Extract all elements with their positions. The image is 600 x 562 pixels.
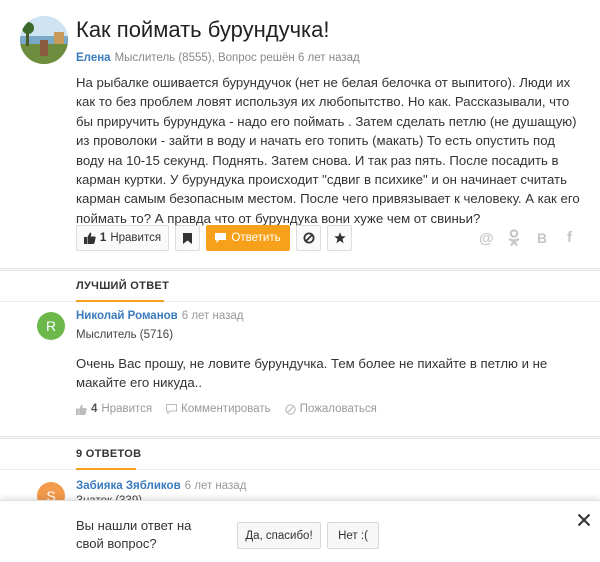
like-label: Нравится (110, 232, 162, 244)
best-answer-header: ЛУЧШИЙ ОТВЕТ (0, 270, 600, 302)
answer-text: Очень Вас прошу, не ловите бурундучка. Т… (76, 356, 548, 391)
report-button[interactable]: Пожаловаться (285, 403, 377, 415)
block-icon (285, 403, 296, 415)
block-button[interactable] (296, 225, 321, 251)
like-count: 1 (99, 232, 107, 244)
avatar-letter: R (45, 318, 57, 334)
bookmark-button[interactable] (175, 225, 200, 251)
answer-label: Ответить (231, 232, 281, 244)
question-text: На рыбалке ошивается бурундучок (нет не … (76, 75, 580, 226)
comment-button[interactable]: Комментировать (166, 403, 271, 415)
best-answer-title: ЛУЧШИЙ ОТВЕТ (76, 280, 170, 292)
bookmark-icon (183, 232, 192, 244)
answer-author: Забияка Зябликов 6 лет назад (76, 480, 246, 492)
author-rank: Мыслитель (5716) (76, 329, 174, 341)
like-button[interactable]: 4 Нравится (76, 403, 152, 415)
avatar[interactable] (20, 16, 68, 64)
author-link[interactable]: Елена (76, 52, 111, 64)
feedback-popup: Вы нашли ответ на свой вопрос? Да, спаси… (0, 500, 600, 562)
like-label: Нравится (101, 403, 153, 415)
answer-actions: 4 Нравится Комментировать Пожаловаться (76, 403, 377, 415)
close-icon[interactable] (577, 509, 591, 527)
star-icon (333, 232, 346, 244)
favorite-button[interactable] (327, 225, 352, 251)
comment-label: Комментировать (181, 403, 271, 415)
odnoklassniki-icon[interactable] (507, 229, 521, 247)
thumbs-up-icon (83, 232, 96, 244)
yes-button[interactable]: Да, спасибо! (237, 522, 321, 549)
answer-button[interactable]: Ответить (206, 225, 290, 251)
block-icon (303, 232, 315, 244)
question-actions: 1 Нравится Ответить (76, 225, 352, 251)
page-title: Как поймать бурундучка! (76, 17, 330, 42)
facebook-icon[interactable]: f (567, 229, 572, 246)
like-count: 4 (91, 403, 98, 415)
author-link[interactable]: Николай Романов (76, 310, 178, 322)
vk-icon[interactable]: В (537, 230, 547, 246)
question-meta: Елена Мыслитель (8555), Вопрос решён 6 ле… (76, 52, 360, 64)
author-rank-time: Мыслитель (8555), Вопрос решён 6 лет наз… (114, 52, 360, 64)
no-button[interactable]: Нет :( (327, 522, 379, 549)
comment-icon (166, 404, 178, 414)
avatar[interactable]: R (37, 312, 65, 340)
like-button[interactable]: 1 Нравится (76, 225, 169, 251)
answer-time: 6 лет назад (181, 310, 244, 322)
answers-count-title: 9 ОТВЕТОВ (76, 448, 142, 460)
feedback-question: Вы нашли ответ на свой вопрос? (76, 518, 192, 551)
comment-icon (215, 233, 227, 243)
best-answer: R Николай Романов 6 лет назад Мыслитель (… (0, 302, 600, 436)
question-block: Как поймать бурундучка! Елена Мыслитель (… (0, 0, 600, 268)
answer-time: 6 лет назад (184, 480, 247, 492)
answer-author: Николай Романов 6 лет назад (76, 310, 244, 322)
thumbs-up-icon (76, 403, 87, 415)
author-link[interactable]: Забияка Зябликов (76, 480, 181, 492)
at-icon[interactable]: @ (479, 230, 494, 247)
report-label: Пожаловаться (299, 403, 377, 415)
answers-header: 9 ОТВЕТОВ (0, 438, 600, 470)
